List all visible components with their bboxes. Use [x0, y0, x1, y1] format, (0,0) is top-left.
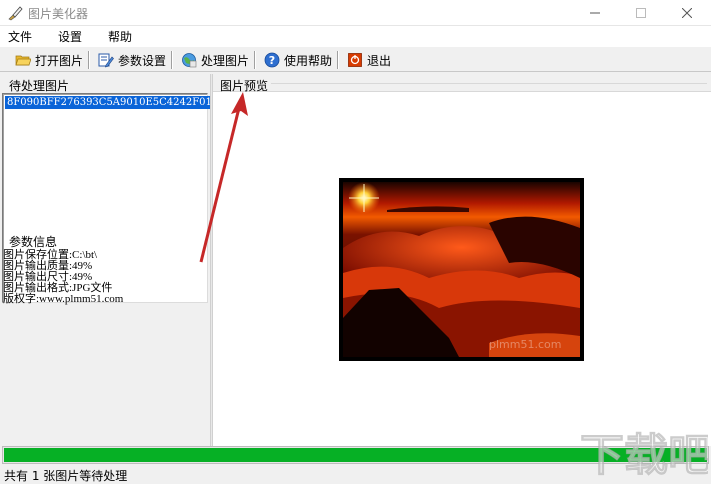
preview-title: 图片预览: [220, 79, 269, 93]
settings-button[interactable]: 参数设置: [95, 50, 169, 70]
exit-icon: [348, 53, 362, 67]
process-image-button[interactable]: 处理图片: [178, 50, 252, 70]
menu-settings[interactable]: 设置: [58, 28, 82, 45]
status-text: 共有 1 张图片等待处理: [4, 469, 128, 483]
toolbar-separator: [337, 51, 339, 69]
help-label: 使用帮助: [284, 53, 333, 68]
param-copyright: 版权字:www.plmm51.com: [3, 293, 124, 305]
open-image-label: 打开图片: [35, 53, 84, 68]
help-icon: ?: [264, 52, 280, 68]
open-image-button[interactable]: 打开图片: [12, 50, 86, 70]
params-info: 图片保存位置:C:\bt\ 图片输出质量:49% 图片输出尺寸:49% 图片输出…: [3, 250, 208, 305]
title-bar: 图片美化器: [0, 0, 711, 26]
edit-settings-icon: [98, 53, 114, 68]
params-title: 参数信息: [9, 235, 58, 249]
globe-image-icon: [182, 53, 197, 68]
folder-open-icon: [15, 55, 31, 66]
toolbar: 打开图片 参数设置 处理图片 ? 使用帮助 退出: [0, 46, 711, 72]
close-button[interactable]: [664, 0, 710, 26]
left-panel: 待处理图片 8F090BFF276393C5A9010E5C4242F019 参…: [0, 74, 221, 444]
site-watermark-text: 下载吧: [580, 430, 708, 480]
help-button[interactable]: ? 使用帮助: [261, 50, 335, 70]
toolbar-separator: [88, 51, 90, 69]
preview-header-line: [271, 83, 707, 84]
svg-text:?: ?: [269, 54, 275, 67]
paint-brush-icon: [8, 6, 23, 21]
pending-images-title: 待处理图片: [9, 79, 70, 93]
process-image-label: 处理图片: [201, 53, 250, 68]
preview-panel: 图片预览 plmm51.com: [213, 74, 711, 446]
exit-label: 退出: [367, 53, 392, 68]
toolbar-separator: [254, 51, 256, 69]
menu-help[interactable]: 帮助: [108, 28, 132, 45]
preview-header: 图片预览: [213, 74, 711, 93]
settings-label: 参数设置: [118, 53, 167, 68]
menu-bar: 文件 设置 帮助: [0, 26, 711, 46]
preview-image: plmm51.com: [339, 178, 584, 361]
exit-button[interactable]: 退出: [344, 50, 394, 70]
minimize-button[interactable]: [572, 0, 618, 26]
list-item[interactable]: 8F090BFF276393C5A9010E5C4242F019: [5, 96, 221, 109]
close-icon: [682, 8, 692, 18]
maximize-icon: [636, 8, 646, 18]
maximize-button[interactable]: [618, 0, 664, 26]
minimize-icon: [590, 12, 600, 14]
menu-file[interactable]: 文件: [8, 28, 32, 45]
site-watermark-logo: 下载吧: [580, 430, 708, 481]
window-title: 图片美化器: [28, 7, 89, 21]
image-watermark: plmm51.com: [489, 338, 561, 351]
toolbar-separator: [171, 51, 173, 69]
